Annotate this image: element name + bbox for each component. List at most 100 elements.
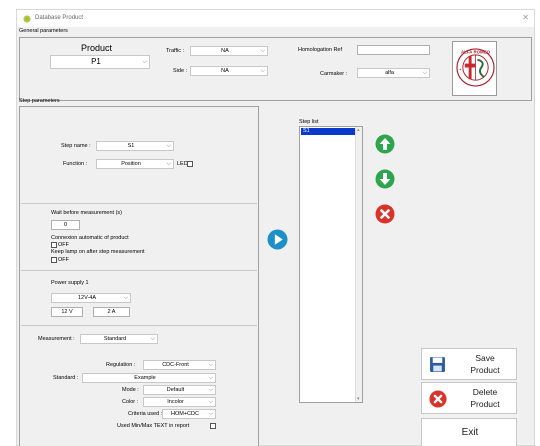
chevron-down-icon: ⌵: [208, 411, 213, 417]
chevron-down-icon: ⌵: [208, 399, 213, 405]
color-label: Color :: [122, 399, 139, 405]
standard-select-value: Example: [134, 375, 156, 381]
chevron-down-icon: ⌵: [208, 362, 213, 368]
chevron-down-icon: ⌵: [260, 68, 265, 74]
homologation-label: Homologation Ref: [298, 47, 343, 53]
carmaker-select-value: alfa: [385, 70, 394, 76]
app-logo-icon: [23, 15, 31, 23]
mode-label: Mode :: [122, 387, 139, 393]
current-field[interactable]: 2 A: [93, 307, 130, 317]
save-button-label-1: Save: [475, 353, 495, 363]
minmax-checkbox[interactable]: [210, 423, 216, 429]
voltage-field[interactable]: 12 V: [51, 307, 83, 317]
power-supply-select[interactable]: 12V-4A ⌵: [51, 293, 131, 303]
scroll-up-icon[interactable]: ▴: [357, 127, 360, 133]
delete-product-button[interactable]: Delete Product: [421, 382, 517, 414]
delete-button-label-1: Delete: [472, 387, 498, 397]
save-button-label-2: Product: [470, 365, 500, 375]
close-icon[interactable]: ✕: [522, 13, 529, 22]
delete-button-label-2: Product: [470, 399, 500, 409]
minmax-label: Used Min/Max TEXT in report: [117, 423, 190, 429]
side-label: Side :: [173, 68, 188, 74]
criteria-select[interactable]: HOM+CDC ⌵: [162, 409, 216, 419]
svg-text:ALFA ROMEO: ALFA ROMEO: [461, 49, 491, 54]
app-window: Database Product ✕ General parameters Pr…: [16, 9, 535, 446]
connexion-checkbox[interactable]: [51, 242, 57, 248]
exit-button[interactable]: Exit: [421, 418, 517, 446]
traffic-select-value: NA: [221, 48, 229, 54]
chevron-down-icon: ⌵: [260, 48, 265, 54]
connexion-label: Connexion automatic of product: [51, 235, 129, 241]
chevron-down-icon: ⌵: [123, 295, 128, 301]
general-parameters-panel: Product P1 ⌵ Traffic : NA ⌵ Side : NA ⌵ …: [19, 37, 532, 101]
step-list-item[interactable]: S1: [301, 128, 355, 135]
chevron-down-icon: ⌵: [150, 336, 155, 342]
criteria-select-value: HOM+CDC: [171, 411, 199, 417]
chevron-down-icon: ⌵: [142, 59, 147, 65]
wait-label: Wait before measurement (s): [51, 210, 123, 216]
carmaker-select[interactable]: alfa ⌵: [357, 68, 430, 78]
product-select-value: P1: [91, 57, 101, 66]
traffic-select[interactable]: NA ⌵: [190, 46, 268, 56]
divider: [21, 203, 257, 204]
regulation-select[interactable]: CDC-Front ⌵: [143, 360, 216, 370]
power-supply-label: Power supply 1: [51, 280, 89, 286]
chevron-down-icon: ⌵: [422, 70, 427, 76]
step-list-box[interactable]: S1 ▴ ▾: [299, 126, 363, 403]
step-list-label: Step list: [299, 119, 319, 125]
standard-label: Standard :: [53, 375, 79, 381]
move-step-up-button[interactable]: [375, 134, 395, 154]
color-select[interactable]: Incolor ⌵: [143, 397, 216, 407]
traffic-label: Traffic :: [166, 48, 185, 54]
homologation-input[interactable]: [357, 45, 430, 55]
side-select-value: NA: [221, 68, 229, 74]
criteria-label: Criteria used :: [128, 411, 163, 417]
scroll-down-icon[interactable]: ▾: [357, 396, 360, 402]
standard-select[interactable]: Example ⌵: [82, 373, 216, 383]
wait-input[interactable]: 0: [51, 220, 80, 230]
regulation-select-value: CDC-Front: [162, 362, 189, 368]
step-name-select-value: S1: [127, 143, 135, 149]
delete-icon: [429, 390, 447, 408]
function-label: Function :: [63, 161, 88, 167]
mode-select-value: Default: [166, 387, 185, 393]
product-select[interactable]: P1 ⌵: [50, 55, 150, 69]
save-icon: [430, 357, 445, 372]
general-parameters-label: General parameters: [19, 28, 68, 34]
regulation-label: Regulation :: [106, 362, 136, 368]
step-parameters-label: Step parameters: [19, 98, 60, 104]
alfa-romeo-logo: ALFA ROMEO ✦: [456, 48, 495, 87]
divider: [21, 325, 257, 326]
play-arrow-button[interactable]: [267, 229, 288, 250]
chevron-down-icon: ⌵: [208, 387, 213, 393]
step-name-label: Step name :: [61, 143, 91, 149]
carmaker-label: Carmaker :: [320, 71, 348, 77]
window-title: Database Product: [35, 15, 84, 21]
power-supply-select-value: 12V-4A: [77, 295, 97, 301]
step-name-select[interactable]: S1 ⌵: [96, 141, 174, 151]
keep-lamp-state: OFF: [58, 257, 69, 263]
save-product-button[interactable]: Save Product: [421, 348, 517, 380]
divider: [21, 270, 257, 271]
move-step-down-button[interactable]: [375, 169, 395, 189]
side-select[interactable]: NA ⌵: [190, 66, 268, 76]
chevron-down-icon: ⌵: [166, 143, 171, 149]
keep-lamp-label: Keep lamp on after step measurement: [51, 249, 145, 255]
color-select-value: Incolor: [167, 399, 184, 405]
step-list-scrollbar[interactable]: ▴ ▾: [355, 127, 362, 402]
measurement-select-value: Standard: [103, 336, 127, 342]
product-label: Product: [81, 43, 113, 53]
connexion-state: OFF: [58, 242, 69, 248]
exit-button-label: Exit: [461, 427, 479, 438]
carmaker-logo-frame: ALFA ROMEO ✦: [452, 41, 497, 96]
measurement-select[interactable]: Standard ⌵: [80, 334, 158, 344]
chevron-down-icon: ⌵: [166, 161, 171, 167]
delete-step-button[interactable]: [375, 204, 395, 224]
mode-select[interactable]: Default ⌵: [143, 385, 216, 395]
keep-lamp-checkbox[interactable]: [51, 257, 57, 263]
led-checkbox[interactable]: [187, 161, 193, 167]
function-select-value: Position: [121, 161, 141, 167]
chevron-down-icon: ⌵: [208, 375, 213, 381]
function-select[interactable]: Position ⌵: [96, 159, 174, 169]
measurement-label: Measurement :: [38, 336, 75, 342]
